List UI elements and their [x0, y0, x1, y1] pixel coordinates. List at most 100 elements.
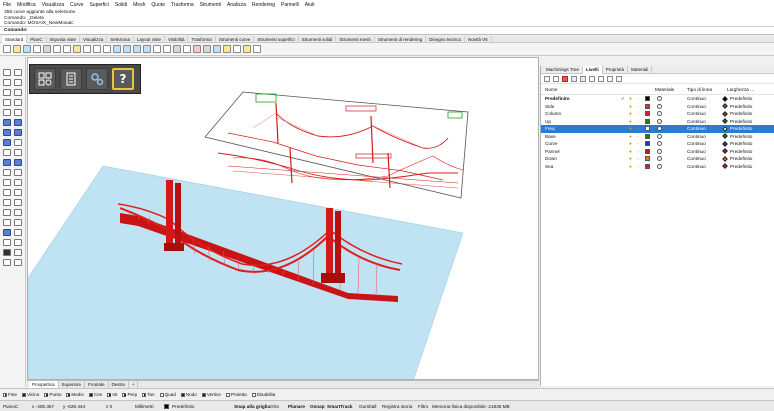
material-swatch[interactable] [657, 156, 662, 162]
layer-width[interactable]: Predefinito [730, 148, 752, 156]
filter-icon[interactable] [598, 76, 604, 82]
hatch-icon[interactable] [14, 229, 22, 236]
tab-novita-v6[interactable]: Novità V6 [465, 35, 492, 43]
osnap-checkbox[interactable] [159, 392, 164, 397]
ortho-toggle[interactable]: Orto [270, 401, 279, 411]
layer-row[interactable]: Curve ● ▫ Continuo Predefinito [541, 140, 774, 148]
menu-pannelli[interactable]: Pannelli [281, 2, 299, 8]
current-layer[interactable]: Predefinito [172, 401, 194, 411]
lock-icon[interactable]: ▫ [637, 133, 639, 141]
layer-name[interactable]: Up [545, 118, 551, 126]
print-icon[interactable] [33, 45, 41, 53]
visibility-bulb-icon[interactable]: ● [629, 148, 632, 156]
layer-name[interactable]: Base [545, 133, 556, 141]
lock-icon[interactable]: ▫ [637, 140, 639, 148]
material-swatch[interactable] [657, 163, 662, 169]
zoom-extents-icon[interactable] [133, 45, 141, 53]
print-color-icon[interactable] [722, 103, 728, 110]
menu-mesh[interactable]: Mesh [133, 2, 145, 8]
osnap-cen[interactable]: Cen [88, 392, 102, 397]
render-icon[interactable] [213, 45, 221, 53]
layer-row[interactable]: Freq ● ▫ Continuo Predefinito [541, 125, 774, 133]
zoom-window-icon[interactable] [123, 45, 131, 53]
pan-hand-icon[interactable] [93, 45, 101, 53]
block-icon[interactable] [3, 239, 11, 246]
layer-linetype[interactable]: Continuo [687, 110, 706, 118]
layer-width[interactable]: Predefinito [730, 155, 752, 163]
help-layers-icon[interactable] [616, 76, 622, 82]
mesh-icon[interactable] [14, 139, 22, 146]
osnap-fine[interactable]: Fine [3, 392, 17, 397]
layer-name[interactable]: Column [545, 110, 561, 118]
tab-visibilita[interactable]: Visibilità [165, 35, 189, 43]
split-icon[interactable] [3, 169, 11, 176]
print-color-icon[interactable] [722, 140, 728, 147]
options-gear-icon[interactable] [243, 45, 251, 53]
visibility-bulb-icon[interactable]: ● [629, 155, 632, 163]
layer-color-swatch[interactable] [645, 96, 650, 102]
grid-snap-toggle[interactable]: Snap alla griglia [234, 401, 270, 411]
tab-seleziona[interactable]: Seleziona [107, 35, 134, 43]
osnap-punto[interactable]: Punto [44, 392, 61, 397]
layer-width[interactable]: Predefinito [730, 110, 752, 118]
osnap-checkbox[interactable] [66, 392, 71, 397]
current-layer-check[interactable]: ✓ [621, 95, 625, 103]
menu-modifica[interactable]: Modifica [17, 2, 36, 8]
array-icon[interactable] [14, 209, 22, 216]
tab-strumenti-superfici[interactable]: Strumenti superfici [254, 35, 299, 43]
layer-row[interactable]: Down ● ▫ Continuo Predefinito [541, 155, 774, 163]
tab-strumenti-mesh[interactable]: Strumenti mesh [336, 35, 375, 43]
print-color-icon[interactable] [722, 110, 728, 117]
layer-color-swatch[interactable] [645, 103, 650, 109]
print-color-icon[interactable] [722, 118, 728, 125]
dimension-icon[interactable] [3, 219, 11, 226]
set-view-icon[interactable] [173, 45, 181, 53]
add-viewport-button[interactable]: + [129, 381, 139, 388]
explode-icon[interactable] [3, 179, 11, 186]
save-icon[interactable] [23, 45, 31, 53]
material-swatch[interactable] [657, 126, 662, 132]
delete-layer-icon[interactable] [562, 76, 568, 82]
tab-machinings-tree[interactable]: Machinings Tree [543, 65, 584, 74]
tab-layout-viste[interactable]: Layout viste [134, 35, 166, 43]
offset-icon[interactable] [3, 259, 11, 266]
grid-icon[interactable] [233, 45, 241, 53]
text-icon[interactable] [14, 219, 22, 226]
history-toggle[interactable]: Registra storia [382, 401, 412, 411]
print-color-icon[interactable] [722, 133, 728, 140]
rotate-icon[interactable] [3, 199, 11, 206]
visibility-bulb-icon[interactable]: ● [629, 163, 632, 171]
display-mode-icon[interactable] [183, 45, 191, 53]
layer-color-swatch[interactable] [164, 404, 169, 409]
menu-strumenti[interactable]: Strumenti [200, 2, 221, 8]
rotate-view-icon[interactable] [103, 45, 111, 53]
zoom-selected-icon[interactable] [143, 45, 151, 53]
tab-strumenti-solidi[interactable]: Strumenti solidi [299, 35, 337, 43]
column-linetype[interactable]: Tipo di linea [687, 85, 712, 95]
arc-icon[interactable] [3, 99, 11, 106]
layer-linetype[interactable]: Continuo [687, 163, 706, 171]
layer-width[interactable]: Predefinito [730, 103, 752, 111]
osnap-quad[interactable]: Quad [159, 392, 176, 397]
circle-icon[interactable] [14, 89, 22, 96]
layer-width[interactable]: Predefinito [730, 133, 752, 141]
project-icon[interactable] [14, 259, 22, 266]
open-folder-icon[interactable] [13, 45, 21, 53]
undo-icon[interactable] [83, 45, 91, 53]
material-swatch[interactable] [657, 96, 662, 102]
new-sublayer-icon[interactable] [553, 76, 559, 82]
rebuild-icon[interactable] [14, 249, 22, 256]
layer-width[interactable]: Predefinito [730, 140, 752, 148]
layer-row[interactable]: Up ● ▫ Continuo Predefinito [541, 118, 774, 126]
layer-row[interactable]: Pannel ● ▫ Continuo Predefinito [541, 148, 774, 156]
osnap-nodo[interactable]: Nodo [180, 392, 197, 397]
visibility-bulb-icon[interactable]: ● [629, 133, 632, 141]
osnap-checkbox[interactable] [107, 392, 112, 397]
layer-color-swatch[interactable] [645, 148, 650, 154]
cylinder-icon[interactable] [3, 139, 11, 146]
visibility-bulb-icon[interactable]: ● [629, 103, 632, 111]
print-color-icon[interactable] [722, 163, 728, 170]
gumball-toggle[interactable]: Gumball [359, 401, 376, 411]
viewtab-frontale[interactable]: Frontale [85, 381, 109, 388]
lock-icon[interactable]: ▫ [637, 163, 639, 171]
